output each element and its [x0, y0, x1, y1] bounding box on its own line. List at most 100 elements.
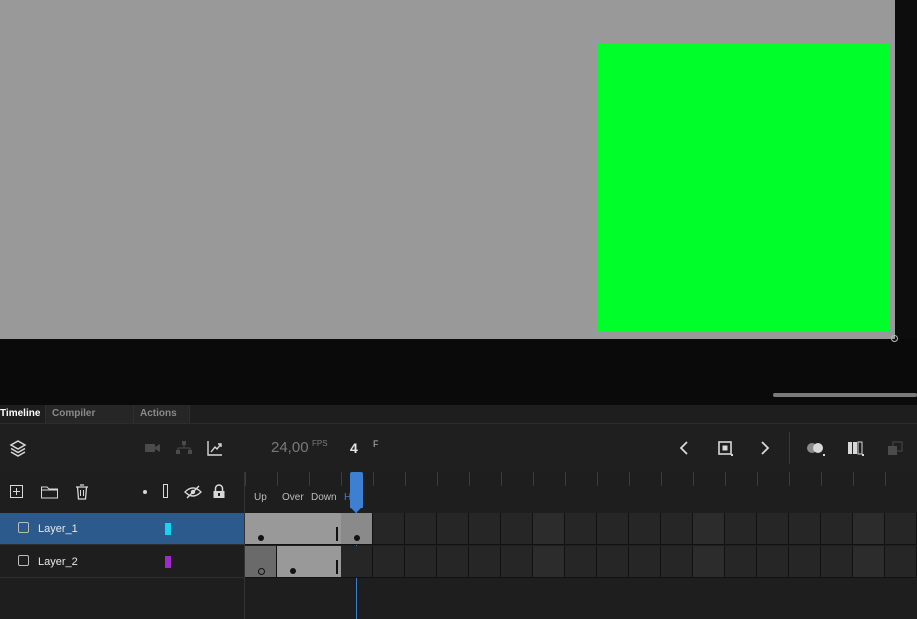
green-rectangle-shape[interactable] — [598, 43, 889, 332]
camera-icon[interactable] — [145, 442, 161, 454]
frame-cell[interactable] — [501, 513, 533, 545]
ruler-tick — [405, 472, 406, 486]
frame-cell[interactable] — [373, 546, 405, 578]
frame-cell[interactable] — [405, 513, 437, 545]
frame-cell[interactable] — [597, 513, 629, 545]
frame-cell[interactable] — [629, 546, 661, 578]
frame-cell[interactable] — [757, 513, 789, 545]
ruler-tick — [693, 472, 694, 486]
ruler-tick — [373, 472, 374, 486]
current-frame-value[interactable]: 4 — [350, 440, 358, 456]
layer-type-icon — [18, 522, 29, 533]
trash-icon[interactable] — [75, 484, 89, 500]
frame-cell[interactable] — [789, 546, 821, 578]
empty-keyframe-ring[interactable] — [258, 568, 265, 575]
panel-tabs: Timeline Compiler Errors Actions — [0, 405, 917, 437]
ruler-tick — [341, 472, 342, 486]
ruler-tick — [245, 472, 246, 486]
frame-cell[interactable] — [405, 546, 437, 578]
fps-label: FPS — [312, 439, 328, 448]
frame-cell[interactable] — [469, 513, 501, 545]
tab-timeline[interactable]: Timeline — [0, 405, 46, 423]
stage-resize-handle[interactable] — [891, 335, 898, 342]
layer-row-layer-1[interactable]: Layer_1 — [0, 513, 244, 545]
frame-unit-label[interactable]: F — [373, 439, 379, 449]
onion-skin-icon[interactable] — [806, 441, 826, 457]
frame-cell[interactable] — [789, 513, 821, 545]
frame-cell[interactable] — [437, 513, 469, 545]
frame-cell[interactable] — [501, 546, 533, 578]
ruler-tick — [437, 472, 438, 486]
frame-cell[interactable] — [885, 513, 917, 545]
frame-cell[interactable] — [565, 546, 597, 578]
frame-cell[interactable] — [629, 513, 661, 545]
frame-cell[interactable] — [565, 513, 597, 545]
ruler-tick — [725, 472, 726, 486]
outline-icon[interactable] — [163, 484, 168, 498]
ruler-tick — [565, 472, 566, 486]
eye-hide-icon[interactable] — [184, 485, 202, 499]
more-icon[interactable] — [887, 441, 905, 457]
frame-cell[interactable] — [725, 513, 757, 545]
fps-value[interactable]: 24,00 — [271, 439, 309, 456]
frame-cell[interactable] — [853, 546, 885, 578]
add-layer-icon[interactable] — [10, 485, 24, 499]
chevron-right-icon[interactable] — [760, 441, 770, 455]
frame-cell[interactable] — [533, 546, 565, 578]
frame-span-end — [336, 560, 338, 574]
graph-icon[interactable] — [207, 440, 223, 456]
frame-cell[interactable] — [885, 546, 917, 578]
frame-cell[interactable] — [757, 546, 789, 578]
timeline-toolbar — [0, 424, 917, 473]
layer-panel: Layer_1 Layer_2 — [0, 472, 245, 619]
horizontal-scrollbar[interactable] — [773, 393, 917, 397]
hierarchy-icon[interactable] — [176, 441, 192, 455]
frame-cell[interactable] — [693, 513, 725, 545]
stage-right-gutter — [895, 0, 917, 339]
lock-icon[interactable] — [212, 484, 226, 500]
frame-label-down: Down — [311, 492, 337, 503]
chevron-left-icon[interactable] — [679, 441, 689, 455]
frame-cell[interactable] — [533, 513, 565, 545]
frame-cell[interactable] — [693, 546, 725, 578]
layer-color-swatch[interactable] — [165, 556, 171, 568]
ruler-tick — [469, 472, 470, 486]
frame-cell[interactable] — [853, 513, 885, 545]
tab-actions[interactable]: Actions — [134, 405, 190, 423]
layer-name[interactable]: Layer_2 — [38, 556, 78, 568]
tab-compiler-errors[interactable]: Compiler Errors — [46, 405, 134, 437]
frame-cell[interactable] — [821, 546, 853, 578]
ruler-tick — [757, 472, 758, 486]
keyframe-icon[interactable] — [718, 441, 734, 457]
ruler-tick — [277, 472, 278, 486]
ruler-tick — [533, 472, 534, 486]
frame-cell[interactable] — [661, 513, 693, 545]
keyframe-dot[interactable] — [354, 535, 360, 541]
keyframe-dot[interactable] — [290, 568, 296, 574]
frame-cell[interactable] — [437, 546, 469, 578]
keyframe-dot[interactable] — [258, 535, 264, 541]
frame-label-over: Over — [282, 492, 304, 503]
ruler-tick — [853, 472, 854, 486]
ruler-tick — [885, 472, 886, 486]
frame-cell[interactable] — [341, 546, 373, 578]
ruler-tick — [821, 472, 822, 486]
layers-icon[interactable] — [9, 439, 27, 457]
edit-multiple-frames-icon[interactable] — [847, 441, 865, 457]
frame-cell[interactable] — [373, 513, 405, 545]
frame-cell[interactable] — [725, 546, 757, 578]
frame-cell[interactable] — [661, 546, 693, 578]
frame-label-up: Up — [254, 492, 267, 503]
frame-cell[interactable] — [597, 546, 629, 578]
layer-name[interactable]: Layer_1 — [38, 523, 78, 535]
frame-cell[interactable] — [469, 546, 501, 578]
dot-icon[interactable] — [143, 490, 147, 494]
layer-color-swatch[interactable] — [165, 523, 171, 535]
folder-icon[interactable] — [41, 485, 59, 499]
frame-span-end — [336, 527, 338, 541]
frame-cell[interactable] — [821, 513, 853, 545]
playhead-marker[interactable] — [350, 472, 363, 508]
ruler-tick — [661, 472, 662, 486]
layer-row-layer-2[interactable]: Layer_2 — [0, 546, 244, 578]
frame-cell[interactable] — [277, 513, 309, 545]
